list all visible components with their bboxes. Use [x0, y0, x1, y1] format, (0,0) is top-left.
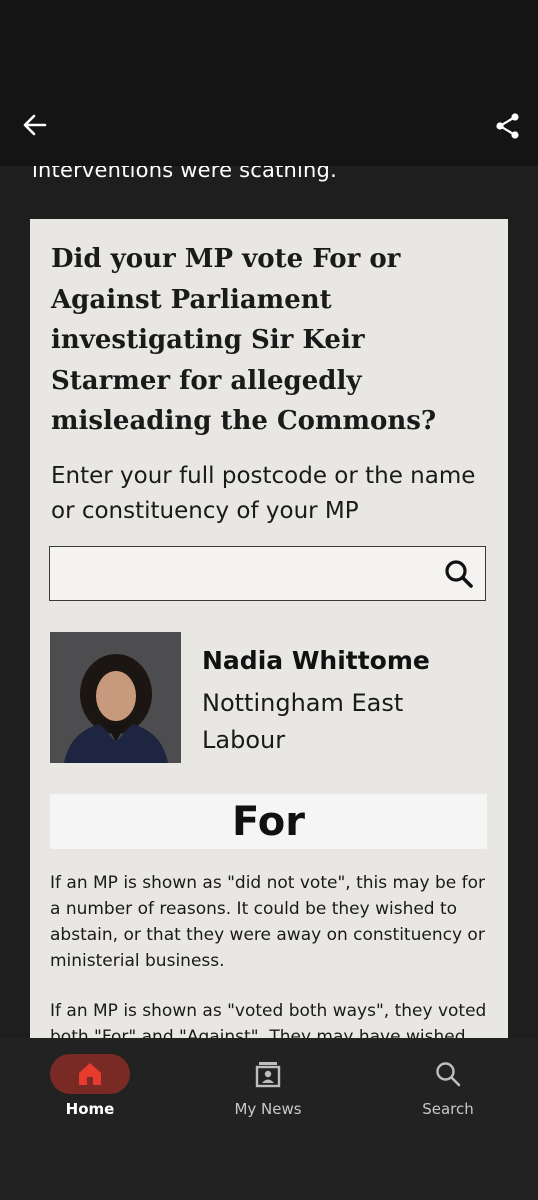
share-button[interactable] [488, 106, 528, 146]
mp-search-input[interactable] [50, 547, 430, 599]
search-icon [436, 1062, 461, 1087]
mp-name: Nadia Whittome [202, 646, 430, 675]
home-icon [79, 1063, 101, 1085]
share-icon [496, 113, 519, 139]
mp-search-box [49, 546, 486, 601]
did-not-vote-note: If an MP is shown as "did not vote", thi… [50, 873, 485, 971]
voted-both-ways-note: If an MP is shown as "voted both ways", … [50, 1001, 487, 1038]
back-button[interactable] [15, 105, 55, 145]
app-bar [0, 86, 538, 166]
bottom-navigation: Home My News Search [0, 1038, 538, 1200]
mp-party: Labour [202, 726, 286, 754]
search-icon-pill [408, 1054, 488, 1094]
my-news-icon [255, 1062, 281, 1088]
arrow-left-icon [23, 114, 47, 136]
mp-portrait-image [50, 632, 181, 763]
lookup-question: Did your MP vote For or Against Parliame… [51, 244, 437, 436]
article-body: interventions were scathing. Did your MP… [0, 166, 538, 1038]
nav-home[interactable]: Home [25, 1052, 155, 1122]
mp-lookup-card: Did your MP vote For or Against Parliame… [30, 219, 508, 1038]
mp-photo [50, 632, 181, 763]
search-submit-button[interactable] [441, 556, 477, 592]
home-icon-pill [50, 1054, 130, 1094]
vote-result-badge: For [50, 794, 487, 849]
nav-search-label: Search [422, 1100, 474, 1118]
my-news-icon-pill [228, 1054, 308, 1094]
lookup-prompt: Enter your full postcode or the name or … [51, 463, 476, 524]
search-icon [445, 560, 473, 588]
nav-my-news[interactable]: My News [203, 1052, 333, 1122]
mp-constituency: Nottingham East [202, 689, 404, 717]
status-bar [0, 0, 538, 86]
nav-home-label: Home [65, 1100, 115, 1118]
article-paragraph: interventions were scathing. [32, 166, 337, 182]
nav-my-news-label: My News [234, 1100, 302, 1118]
nav-search[interactable]: Search [383, 1052, 513, 1122]
